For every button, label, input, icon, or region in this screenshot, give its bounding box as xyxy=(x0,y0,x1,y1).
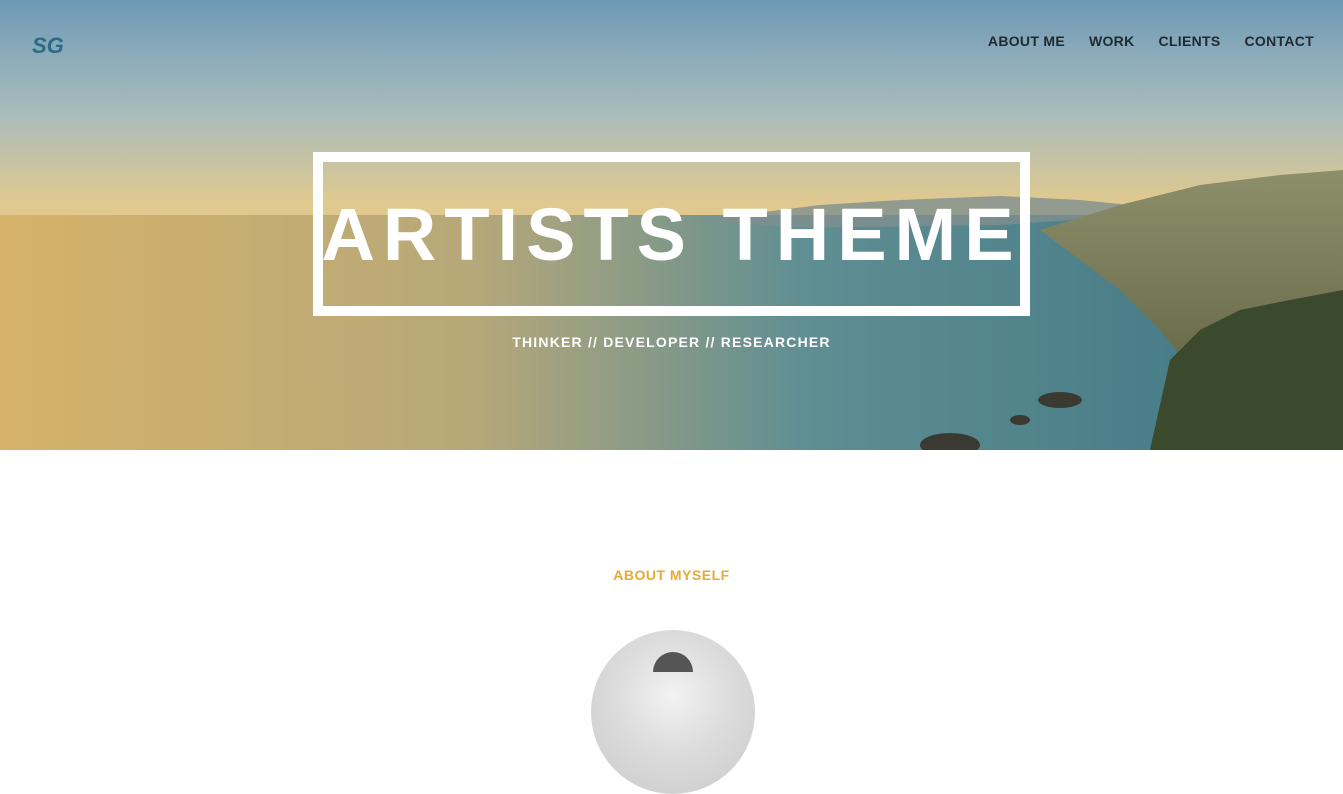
nav-item-contact[interactable]: CONTACT xyxy=(1245,33,1315,49)
hero-title: ARTISTS THEME xyxy=(321,192,1022,276)
hero-banner: SG ABOUT ME WORK CLIENTS CONTACT ARTISTS… xyxy=(0,0,1343,450)
nav-item-about-me[interactable]: ABOUT ME xyxy=(988,33,1065,49)
sg-logo-icon[interactable]: SG xyxy=(32,34,80,56)
hero-title-frame: ARTISTS THEME xyxy=(313,152,1030,316)
nav-item-clients[interactable]: CLIENTS xyxy=(1159,33,1221,49)
nav-item-work[interactable]: WORK xyxy=(1089,33,1135,49)
svg-text:SG: SG xyxy=(32,34,64,56)
avatar-figure xyxy=(653,652,693,672)
about-section-label: ABOUT MYSELF xyxy=(613,567,730,583)
avatar xyxy=(591,630,755,794)
main-nav: ABOUT ME WORK CLIENTS CONTACT xyxy=(988,33,1314,49)
hero-subtitle: THINKER // DEVELOPER // RESEARCHER xyxy=(512,334,831,350)
